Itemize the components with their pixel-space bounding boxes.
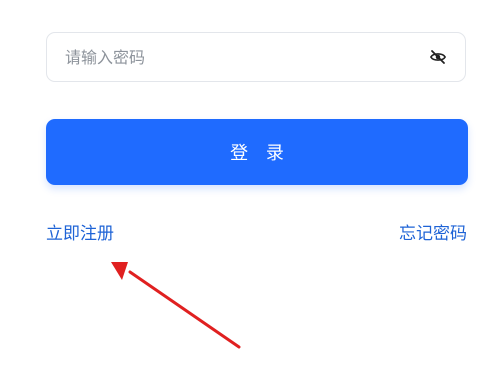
password-input[interactable] (65, 33, 425, 81)
eye-off-icon[interactable] (429, 48, 447, 66)
login-button[interactable]: 登 录 (46, 119, 468, 185)
register-link[interactable]: 立即注册 (46, 222, 114, 246)
password-field[interactable] (46, 32, 466, 82)
forgot-password-link[interactable]: 忘记密码 (399, 222, 467, 246)
